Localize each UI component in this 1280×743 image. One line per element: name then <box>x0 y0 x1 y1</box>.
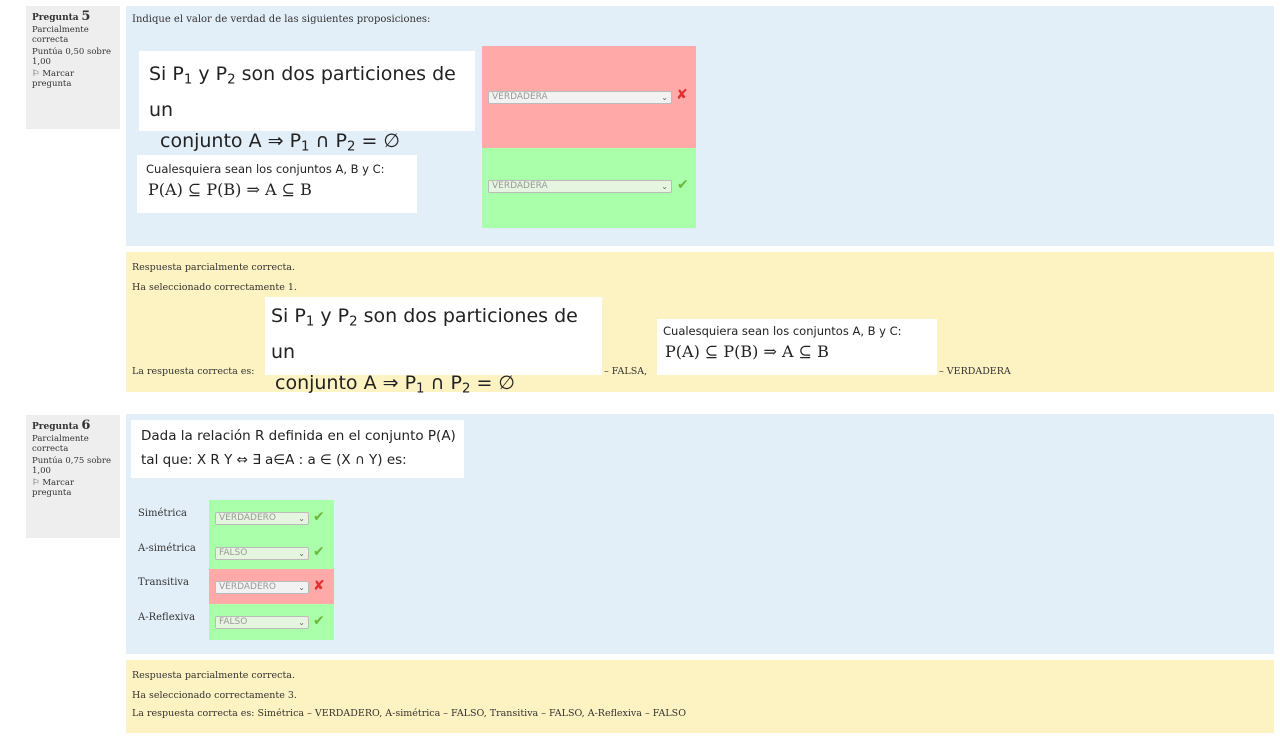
subquestion-label: Simétrica <box>138 508 188 519</box>
proposition-2-line-1: Cualesquiera sean los conjuntos A, B y C… <box>146 162 385 176</box>
chevron-down-icon: ⌄ <box>298 583 305 592</box>
answer-cell-1: VERDADERA ⌄ ✘ <box>482 46 696 148</box>
question-label: Pregunta <box>32 13 79 23</box>
proposition-2-line-2: P(A) ⊆ P(B) ⇒ A ⊆ B <box>665 342 829 361</box>
subquestion-label: A-simétrica <box>138 543 196 554</box>
correct-icon: ✔ <box>313 509 325 525</box>
answer-select-1[interactable]: VERDADERA ⌄ <box>488 91 672 104</box>
question-score: Puntúa 0,50 sobre 1,00 <box>32 47 111 67</box>
question-info-5: Pregunta 5 Parcialmente correcta Puntúa … <box>26 6 120 129</box>
incorrect-icon: ✘ <box>313 578 325 594</box>
proposition-1-line-1: Si P1 y P2 son dos particiones de un <box>149 63 456 122</box>
question-number: 6 <box>81 418 91 433</box>
statement-line-2: tal que: X R Y ⇔ ∃ a∈A : a ∈ (X ∩ Y) es: <box>141 452 407 468</box>
subquestion-answer-cell: FALSO ⌄ ✔ <box>209 535 334 571</box>
answer-cell-2: VERDADERA ⌄ ✔ <box>482 148 696 228</box>
flag-icon: ⚐ <box>32 478 40 488</box>
feedback-selected-count: Ha seleccionado correctamente 3. <box>132 690 297 701</box>
question-content-6: Dada la relación R definida en el conjun… <box>126 414 1274 654</box>
feedback-5: Respuesta parcialmente correcta. Ha sele… <box>126 252 1274 397</box>
chevron-down-icon: ⌄ <box>298 514 305 523</box>
question-label: Pregunta <box>32 422 79 432</box>
subquestion-answer-cell: FALSO ⌄ ✔ <box>209 604 334 640</box>
subquestion-select[interactable]: VERDADERO ⌄ <box>215 581 309 594</box>
subquestion-label: A-Reflexiva <box>138 612 196 623</box>
feedback-summary: Respuesta parcialmente correcta. <box>132 262 295 273</box>
feedback-answer-1: – FALSA, <box>604 366 648 377</box>
feedback-summary: Respuesta parcialmente correcta. <box>132 670 295 681</box>
correct-icon: ✔ <box>313 613 325 629</box>
question-content-5: Indique el valor de verdad de las siguie… <box>126 6 1274 246</box>
question-status: Parcialmente correcta <box>32 434 89 454</box>
question-info-6: Pregunta 6 Parcialmente correcta Puntúa … <box>26 415 120 538</box>
flag-question-link[interactable]: ⚐ Marcar pregunta <box>32 69 102 89</box>
chevron-down-icon: ⌄ <box>661 182 668 191</box>
subquestion-select[interactable]: VERDADERO ⌄ <box>215 512 309 525</box>
proposition-2-image: Cualesquiera sean los conjuntos A, B y C… <box>137 155 417 213</box>
answer-select-2[interactable]: VERDADERA ⌄ <box>488 180 672 193</box>
feedback-selected-count: Ha seleccionado correctamente 1. <box>132 282 297 293</box>
feedback-proposition-1-image: Si P1 y P2 son dos particiones de un con… <box>265 297 602 397</box>
correct-icon: ✔ <box>677 177 689 193</box>
proposition-2-line-2: P(A) ⊆ P(B) ⇒ A ⊆ B <box>148 180 312 199</box>
flag-question-link[interactable]: ⚐ Marcar pregunta <box>32 478 102 498</box>
proposition-2-line-1: Cualesquiera sean los conjuntos A, B y C… <box>663 324 902 338</box>
question-number: 5 <box>81 9 91 24</box>
question-status: Parcialmente correcta <box>32 25 89 45</box>
chevron-down-icon: ⌄ <box>298 618 305 627</box>
flag-icon: ⚐ <box>32 69 40 79</box>
proposition-1-line-1: Si P1 y P2 son dos particiones de un <box>271 305 578 364</box>
feedback-correct-answer: La respuesta correcta es: Simétrica – VE… <box>132 708 686 719</box>
statement-line-1: Dada la relación R definida en el conjun… <box>141 428 456 444</box>
proposition-1-image: Si P1 y P2 son dos particiones de un con… <box>139 51 475 155</box>
subquestion-select[interactable]: FALSO ⌄ <box>215 616 309 629</box>
subquestion-answer-cell: VERDADERO ⌄ ✔ <box>209 500 334 536</box>
subquestion-label: Transitiva <box>138 577 190 588</box>
subquestion-answer-cell: VERDADERO ⌄ ✘ <box>209 569 334 605</box>
question-text: Indique el valor de verdad de las siguie… <box>132 14 431 25</box>
proposition-1-line-2: conjunto A ⇒ P1 ∩ P2 = ∅ <box>275 372 515 397</box>
feedback-correct-label: La respuesta correcta es: <box>132 366 255 377</box>
correct-icon: ✔ <box>313 544 325 560</box>
question-6-statement-image: Dada la relación R definida en el conjun… <box>131 420 464 478</box>
feedback-proposition-2-image: Cualesquiera sean los conjuntos A, B y C… <box>657 319 937 375</box>
question-score: Puntúa 0,75 sobre 1,00 <box>32 456 111 476</box>
subquestion-select[interactable]: FALSO ⌄ <box>215 547 309 560</box>
chevron-down-icon: ⌄ <box>298 549 305 558</box>
incorrect-icon: ✘ <box>676 87 688 103</box>
feedback-6: Respuesta parcialmente correcta. Ha sele… <box>126 660 1274 733</box>
feedback-answer-2: – VERDADERA <box>939 366 1011 377</box>
chevron-down-icon: ⌄ <box>661 93 668 102</box>
